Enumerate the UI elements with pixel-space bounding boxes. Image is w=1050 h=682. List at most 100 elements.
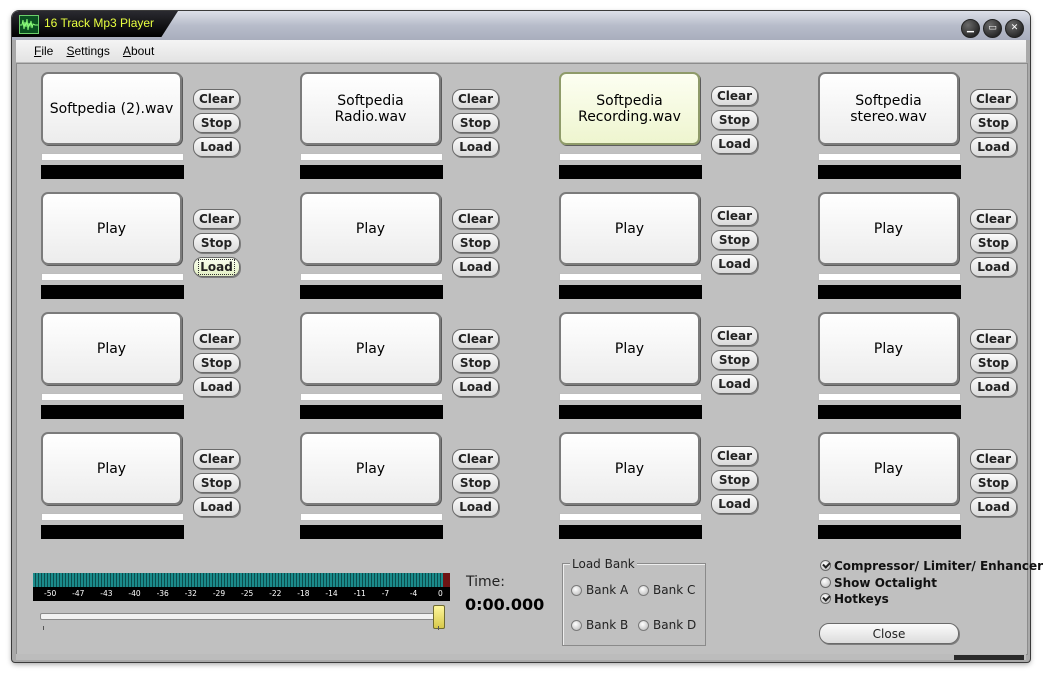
track-clear-button[interactable]: Clear — [452, 329, 499, 349]
hotkeys-checkbox[interactable]: Hotkeys — [820, 592, 889, 606]
track-load-button[interactable]: Load — [970, 497, 1017, 517]
track-progress-bar[interactable] — [559, 393, 702, 401]
track-play-pad[interactable]: Play — [300, 312, 441, 385]
track-progress-bar[interactable] — [41, 273, 184, 281]
track-clear-button[interactable]: Clear — [711, 326, 758, 346]
track-clear-button[interactable]: Clear — [193, 449, 240, 469]
track-progress-bar[interactable] — [559, 513, 702, 521]
track-clear-button[interactable]: Clear — [452, 209, 499, 229]
volume-slider-track[interactable] — [40, 613, 442, 620]
track-progress-bar[interactable] — [300, 393, 443, 401]
track-play-pad[interactable]: Softpedia Radio.wav — [300, 72, 441, 145]
close-window-icon[interactable]: ✕ — [1005, 19, 1024, 38]
track-play-pad[interactable]: Play — [41, 312, 182, 385]
close-button[interactable]: Close — [819, 623, 959, 644]
track-progress-bar[interactable] — [818, 273, 961, 281]
track-stop-button[interactable]: Stop — [970, 473, 1017, 493]
track-play-pad[interactable]: Play — [818, 432, 959, 505]
track-load-button[interactable]: Load — [193, 137, 240, 157]
track-stop-button[interactable]: Stop — [193, 233, 240, 253]
track-play-pad[interactable]: Play — [559, 432, 700, 505]
track-load-button[interactable]: Load — [452, 137, 499, 157]
track-play-pad[interactable]: Softpedia (2).wav — [41, 72, 182, 145]
track-stop-button[interactable]: Stop — [970, 113, 1017, 133]
compressor-checkbox[interactable]: Compressor/ Limiter/ Enhancer — [820, 559, 1043, 573]
track-stop-button[interactable]: Stop — [970, 353, 1017, 373]
track-play-pad[interactable]: Softpedia stereo.wav — [818, 72, 959, 145]
track-load-button[interactable]: Load — [452, 257, 499, 277]
track-play-pad[interactable]: Play — [559, 192, 700, 265]
track-progress-bar[interactable] — [559, 273, 702, 281]
track-load-button[interactable]: Load — [193, 497, 240, 517]
track-play-pad[interactable]: Play — [300, 192, 441, 265]
track-stop-button[interactable]: Stop — [970, 233, 1017, 253]
track-play-pad[interactable]: Play — [41, 432, 182, 505]
track-progress-bar[interactable] — [41, 393, 184, 401]
track-load-button[interactable]: Load — [193, 377, 240, 397]
track-clear-button[interactable]: Clear — [970, 449, 1017, 469]
track-stop-button[interactable]: Stop — [452, 353, 499, 373]
track-clear-button[interactable]: Clear — [193, 89, 240, 109]
track-stop-button[interactable]: Stop — [711, 110, 758, 130]
track-load-button[interactable]: Load — [970, 137, 1017, 157]
track-clear-button[interactable]: Clear — [193, 329, 240, 349]
meter-tick-label: -18 — [297, 589, 310, 598]
track-stop-button[interactable]: Stop — [452, 473, 499, 493]
track-load-button[interactable]: Load — [970, 257, 1017, 277]
track-load-button[interactable]: Load — [452, 377, 499, 397]
track-clear-button[interactable]: Clear — [970, 329, 1017, 349]
track-load-button[interactable]: Load — [711, 494, 758, 514]
track-load-button[interactable]: Load — [193, 257, 240, 277]
menu-file[interactable]: File — [16, 41, 56, 58]
track-load-button[interactable]: Load — [970, 377, 1017, 397]
track-stop-button[interactable]: Stop — [193, 113, 240, 133]
bank-b-radio[interactable]: Bank B — [571, 618, 628, 632]
menu-about[interactable]: About — [108, 41, 157, 58]
bank-c-radio[interactable]: Bank C — [638, 583, 695, 597]
track-clear-button[interactable]: Clear — [711, 446, 758, 466]
track-play-pad[interactable]: Play — [300, 432, 441, 505]
track-progress-bar[interactable] — [300, 153, 443, 161]
show-octalight-checkbox[interactable]: Show Octalight — [820, 576, 937, 590]
track-clear-button[interactable]: Clear — [193, 209, 240, 229]
track-stop-button[interactable]: Stop — [193, 473, 240, 493]
track-stop-button[interactable]: Stop — [711, 350, 758, 370]
minimize-icon[interactable]: ▁ — [961, 19, 980, 38]
track-stop-button[interactable]: Stop — [452, 233, 499, 253]
track-play-pad[interactable]: Play — [41, 192, 182, 265]
bank-d-radio[interactable]: Bank D — [638, 618, 696, 632]
track-load-button[interactable]: Load — [711, 374, 758, 394]
track-progress-bar[interactable] — [559, 153, 702, 161]
track-clear-button[interactable]: Clear — [711, 206, 758, 226]
track-progress-bar[interactable] — [41, 513, 184, 521]
track-play-pad[interactable]: Softpedia Recording.wav — [559, 72, 700, 145]
track-clear-button[interactable]: Clear — [452, 449, 499, 469]
track-progress-bar[interactable] — [41, 153, 184, 161]
track-stop-button[interactable]: Stop — [193, 353, 240, 373]
track-clear-button[interactable]: Clear — [970, 209, 1017, 229]
track-play-pad[interactable]: Play — [818, 312, 959, 385]
track-load-button[interactable]: Load — [452, 497, 499, 517]
maximize-icon[interactable]: ▭ — [983, 19, 1002, 38]
track-progress-bar[interactable] — [818, 513, 961, 521]
track-clear-button[interactable]: Clear — [970, 89, 1017, 109]
track-stop-button[interactable]: Stop — [452, 113, 499, 133]
check-icon — [820, 560, 831, 571]
volume-slider-thumb[interactable] — [433, 605, 445, 629]
track-progress-bar[interactable] — [300, 513, 443, 521]
track-load-button[interactable]: Load — [711, 254, 758, 274]
meter-tick-label: -29 — [212, 589, 226, 598]
menu-settings[interactable]: Settings — [51, 41, 112, 58]
track-clear-button[interactable]: Clear — [711, 86, 758, 106]
track-progress-bar[interactable] — [300, 273, 443, 281]
track-progress-bar[interactable] — [818, 393, 961, 401]
track-clear-button[interactable]: Clear — [452, 89, 499, 109]
track-stop-button[interactable]: Stop — [711, 230, 758, 250]
title-bar[interactable]: 16 Track Mp3 Player ▁ ▭ ✕ — [12, 11, 1030, 40]
track-load-button[interactable]: Load — [711, 134, 758, 154]
bank-a-radio[interactable]: Bank A — [571, 583, 628, 597]
track-play-pad[interactable]: Play — [818, 192, 959, 265]
track-stop-button[interactable]: Stop — [711, 470, 758, 490]
track-progress-bar[interactable] — [818, 153, 961, 161]
track-play-pad[interactable]: Play — [559, 312, 700, 385]
